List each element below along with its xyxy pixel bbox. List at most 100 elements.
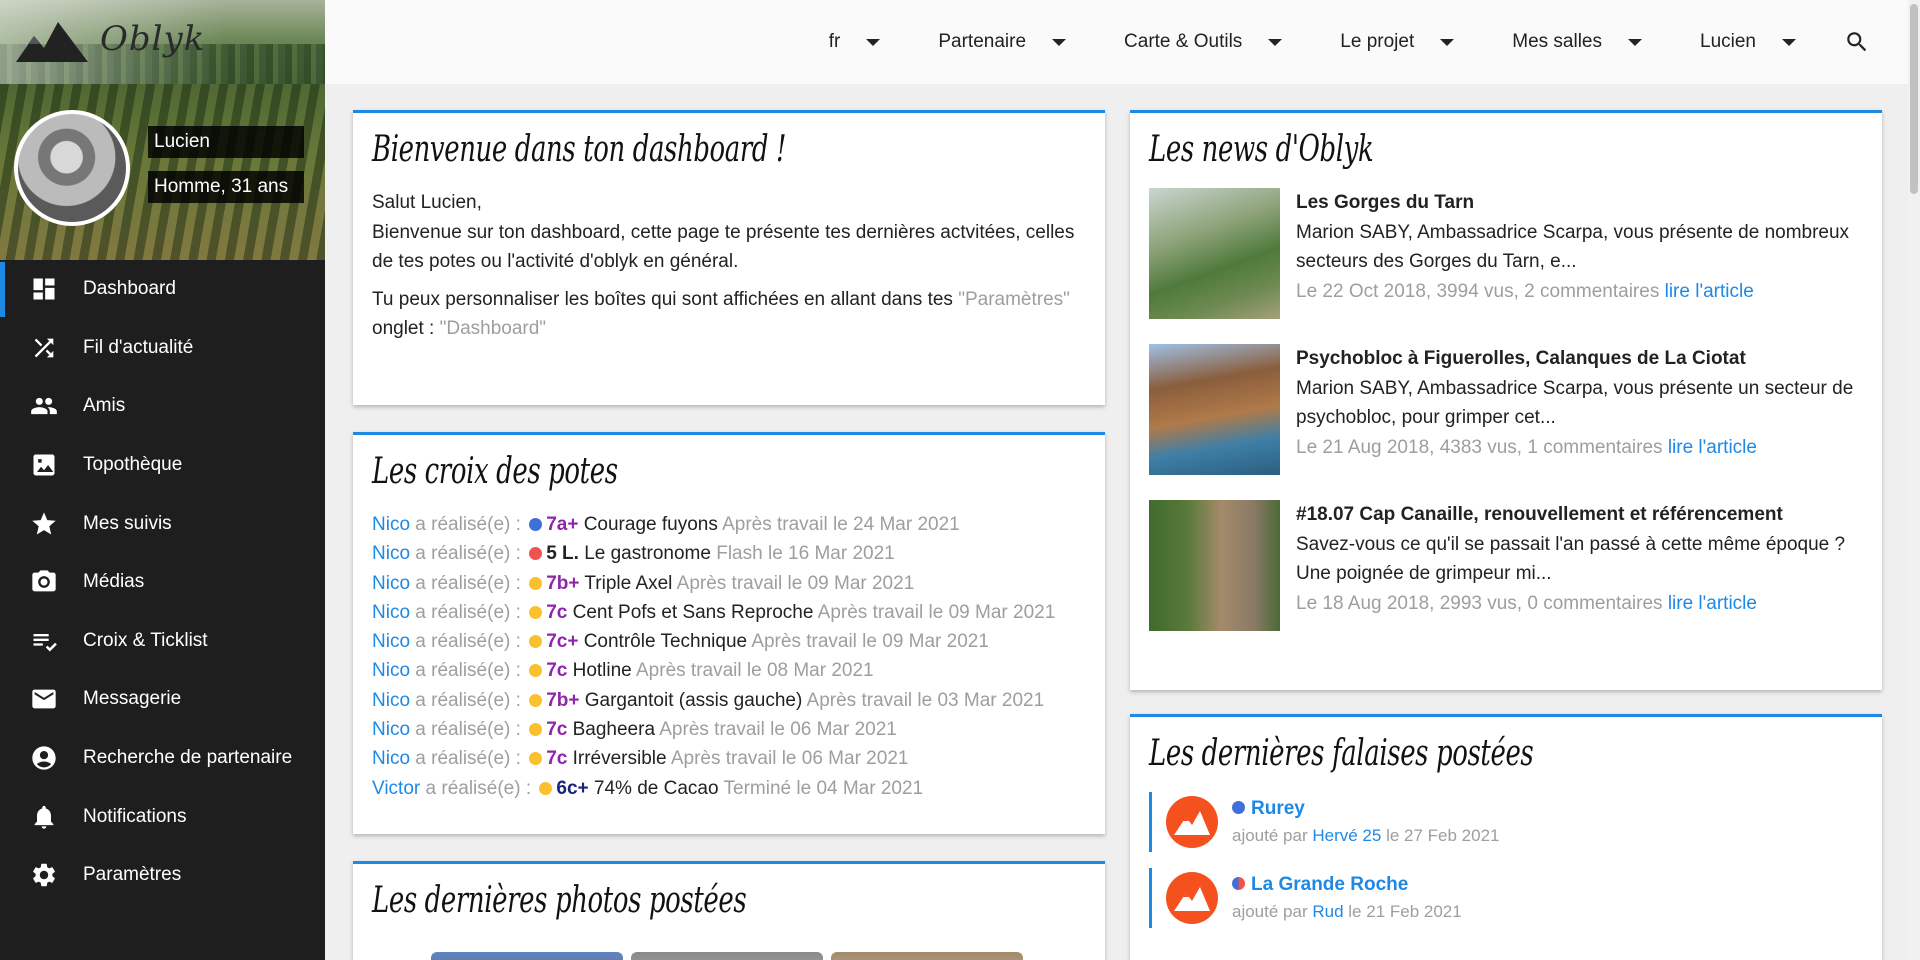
route-type-dot	[529, 752, 543, 766]
crag-type-dot	[1232, 801, 1245, 814]
croix-route[interactable]: Hotline	[573, 660, 632, 681]
news-item-title[interactable]: #18.07 Cap Canaille, renouvellement et r…	[1296, 500, 1863, 530]
photo-thumbnail[interactable]	[631, 952, 823, 960]
croix-user[interactable]: Nico	[372, 602, 410, 623]
news-thumbnail[interactable]	[1149, 344, 1280, 475]
croix-grade: 7c	[546, 601, 568, 623]
croix-route[interactable]: Triple Axel	[584, 573, 672, 594]
news-item: Les Gorges du Tarn Marion SABY, Ambassad…	[1149, 188, 1863, 344]
sidebar-item-dashboard[interactable]: Dashboard	[0, 260, 325, 319]
croix-user[interactable]: Nico	[372, 543, 410, 564]
menu-user[interactable]: Lucien	[1700, 31, 1796, 53]
profile-panel: Lucien Homme, 31 ans	[0, 84, 325, 260]
route-type-dot	[529, 723, 543, 737]
dashboard-tab-link[interactable]: "Dashboard"	[440, 318, 546, 339]
news-item-title[interactable]: Les Gorges du Tarn	[1296, 188, 1863, 218]
menu-le-projet[interactable]: Le projet	[1340, 31, 1455, 53]
scrollbar-thumb[interactable]	[1910, 4, 1918, 194]
croix-grade: 7c	[546, 719, 568, 741]
menu-carte-outils[interactable]: Carte & Outils	[1124, 31, 1283, 53]
caret-down-icon	[866, 38, 881, 46]
sidebar-item-croix-ticklist[interactable]: Croix & Ticklist	[0, 612, 325, 671]
sidebar-item-parametres[interactable]: Paramètres	[0, 846, 325, 905]
croix-item: Nico a réalisé(e) : 7c+ Contrôle Techniq…	[372, 627, 1086, 656]
added-by-label: ajouté par	[1232, 826, 1308, 845]
falaise-name[interactable]: Rurey	[1251, 798, 1305, 819]
croix-user[interactable]: Nico	[372, 690, 410, 711]
news-item: Psychobloc à Figuerolles, Calanques de L…	[1149, 344, 1863, 500]
croix-action: a réalisé(e) :	[415, 689, 521, 711]
read-article-link[interactable]: lire l'article	[1668, 437, 1757, 458]
added-by-label: ajouté par	[1232, 902, 1308, 921]
croix-user[interactable]: Nico	[372, 719, 410, 740]
croix-route[interactable]: Courage fuyons	[584, 514, 718, 535]
news-thumbnail[interactable]	[1149, 500, 1280, 631]
crag-icon[interactable]	[1166, 796, 1218, 848]
sidebar-item-notifications[interactable]: Notifications	[0, 787, 325, 846]
croix-user[interactable]: Nico	[372, 573, 410, 594]
photo-thumbnail[interactable]	[831, 952, 1023, 960]
croix-detail: Après travail le 09 Mar 2021	[751, 631, 989, 653]
news-item-meta: Le 21 Aug 2018, 4383 vus, 1 commentaires	[1296, 436, 1663, 458]
croix-action: a réalisé(e) :	[415, 719, 521, 741]
falaise-user[interactable]: Rud	[1312, 902, 1343, 921]
sidebar-item-topotheque[interactable]: Topothèque	[0, 436, 325, 495]
croix-user[interactable]: Nico	[372, 660, 410, 681]
croix-grade: 7b+	[546, 689, 580, 711]
read-article-link[interactable]: lire l'article	[1668, 593, 1757, 614]
croix-route[interactable]: Le gastronome	[584, 543, 711, 564]
croix-route[interactable]: 74% de Cacao	[594, 778, 719, 799]
croix-user[interactable]: Nico	[372, 748, 410, 769]
welcome-customize: Tu peux personnaliser les boîtes qui son…	[372, 285, 1086, 344]
croix-route[interactable]: Contrôle Technique	[584, 631, 747, 652]
read-article-link[interactable]: lire l'article	[1665, 281, 1754, 302]
menu-mes-salles[interactable]: Mes salles	[1512, 31, 1642, 53]
sidebar-item-label: Notifications	[83, 805, 187, 827]
croix-route[interactable]: Bagheera	[573, 719, 655, 740]
news-thumbnail[interactable]	[1149, 188, 1280, 319]
sidebar-item-messagerie[interactable]: Messagerie	[0, 670, 325, 729]
news-card: Les news d'Oblyk Les Gorges du Tarn Mari…	[1130, 110, 1882, 690]
news-item-meta: Le 18 Aug 2018, 2993 vus, 0 commentaires	[1296, 592, 1663, 614]
profile-name: Lucien	[148, 126, 304, 158]
sidebar-item-medias[interactable]: Médias	[0, 553, 325, 612]
croix-user[interactable]: Victor	[372, 778, 420, 799]
sidebar-header: Oblyk	[0, 0, 325, 84]
croix-route[interactable]: Cent Pofs et Sans Reproche	[573, 602, 814, 623]
route-type-dot	[529, 605, 543, 619]
people-icon	[30, 392, 58, 420]
sidebar-item-label: Topothèque	[83, 454, 183, 476]
caret-down-icon	[1052, 38, 1067, 46]
page-scrollbar[interactable]	[1908, 0, 1920, 960]
falaise-name[interactable]: La Grande Roche	[1251, 874, 1408, 895]
logo[interactable]: Oblyk	[16, 16, 205, 62]
croix-action: a réalisé(e) :	[415, 748, 521, 770]
avatar[interactable]	[14, 110, 130, 226]
croix-card: Les croix des potes Nico a réalisé(e) : …	[353, 432, 1105, 834]
croix-user[interactable]: Nico	[372, 514, 410, 535]
photo-thumbnail[interactable]	[431, 952, 623, 960]
menu-partenaire[interactable]: Partenaire	[938, 31, 1067, 53]
sidebar-item-mes-suivis[interactable]: Mes suivis	[0, 494, 325, 553]
croix-route[interactable]: Gargantoit (assis gauche)	[585, 690, 803, 711]
menu-label: Le projet	[1340, 31, 1415, 52]
account-circle-icon	[30, 744, 58, 772]
crag-icon[interactable]	[1166, 872, 1218, 924]
search-icon[interactable]	[1844, 29, 1870, 55]
menu-language[interactable]: fr	[829, 31, 881, 53]
falaises-title: Les dernières falaises postées	[1149, 733, 1534, 774]
croix-user[interactable]: Nico	[372, 631, 410, 652]
sidebar-item-recherche-partenaire[interactable]: Recherche de partenaire	[0, 729, 325, 788]
sidebar-item-amis[interactable]: Amis	[0, 377, 325, 436]
sidebar-item-fil-actualite[interactable]: Fil d'actualité	[0, 319, 325, 378]
news-item: #18.07 Cap Canaille, renouvellement et r…	[1149, 500, 1863, 656]
falaise-date: le 21 Feb 2021	[1348, 902, 1462, 921]
route-type-dot	[529, 693, 543, 707]
falaise-user[interactable]: Hervé 25	[1312, 826, 1381, 845]
sidebar-item-label: Fil d'actualité	[83, 336, 194, 358]
mail-icon	[30, 685, 58, 713]
parametres-link[interactable]: "Paramètres"	[958, 289, 1070, 310]
news-item-title[interactable]: Psychobloc à Figuerolles, Calanques de L…	[1296, 344, 1863, 374]
croix-route[interactable]: Irréversible	[573, 748, 667, 769]
croix-detail: Après travail le 09 Mar 2021	[676, 572, 915, 594]
